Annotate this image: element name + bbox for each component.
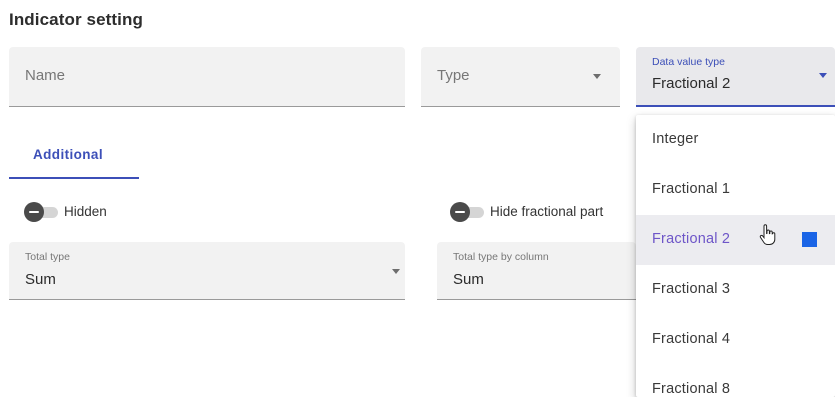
- data-value-type-label: Data value type: [652, 56, 725, 68]
- data-value-type-select[interactable]: Data value type Fractional 2: [636, 47, 835, 107]
- type-select[interactable]: Type: [421, 47, 620, 107]
- option-label: Fractional 2: [652, 231, 731, 247]
- total-type-by-column-select[interactable]: Total type by column Sum: [437, 242, 636, 300]
- dropdown-option-fractional-1[interactable]: Fractional 1: [636, 165, 835, 215]
- total-type-label: Total type: [25, 251, 70, 263]
- option-label: Fractional 4: [652, 331, 731, 347]
- option-label: Fractional 1: [652, 181, 731, 197]
- total-type-value: Sum: [25, 271, 56, 288]
- data-value-type-value: Fractional 2: [652, 75, 731, 92]
- data-value-type-dropdown: Integer Fractional 1 Fractional 2 Fracti…: [636, 115, 835, 397]
- tab-additional[interactable]: Additional: [9, 131, 139, 179]
- total-type-by-column-value: Sum: [453, 271, 484, 288]
- dropdown-option-fractional-3[interactable]: Fractional 3: [636, 265, 835, 315]
- option-label: Integer: [652, 131, 699, 147]
- dropdown-option-integer[interactable]: Integer: [636, 115, 835, 165]
- dropdown-option-fractional-2[interactable]: Fractional 2: [636, 215, 835, 265]
- page-title: Indicator setting: [9, 10, 143, 29]
- toggle-thumb-icon: [24, 202, 44, 222]
- option-label: Fractional 3: [652, 281, 731, 297]
- hand-pointer-icon: [759, 224, 776, 245]
- chevron-down-icon: [819, 73, 827, 78]
- dropdown-option-fractional-8[interactable]: Fractional 8: [636, 365, 835, 397]
- name-field[interactable]: Name: [9, 47, 405, 107]
- hidden-toggle-label: Hidden: [64, 204, 107, 219]
- hidden-toggle[interactable]: Hidden: [24, 202, 124, 222]
- tab-additional-label: Additional: [33, 147, 103, 162]
- indicator-setting-panel: Indicator setting Name Type Data value t…: [0, 0, 835, 397]
- chevron-down-icon: [593, 74, 601, 79]
- total-type-by-column-label: Total type by column: [453, 251, 549, 263]
- hide-fractional-part-label: Hide fractional part: [490, 204, 604, 219]
- name-placeholder: Name: [25, 67, 66, 84]
- hide-fractional-part-toggle[interactable]: Hide fractional part: [450, 202, 630, 222]
- type-placeholder: Type: [437, 67, 470, 84]
- option-label: Fractional 8: [652, 381, 731, 397]
- total-type-select[interactable]: Total type Sum: [9, 242, 405, 300]
- dropdown-option-fractional-4[interactable]: Fractional 4: [636, 315, 835, 365]
- selected-marker-icon: [802, 232, 817, 247]
- toggle-thumb-icon: [450, 202, 470, 222]
- chevron-down-icon: [392, 269, 400, 274]
